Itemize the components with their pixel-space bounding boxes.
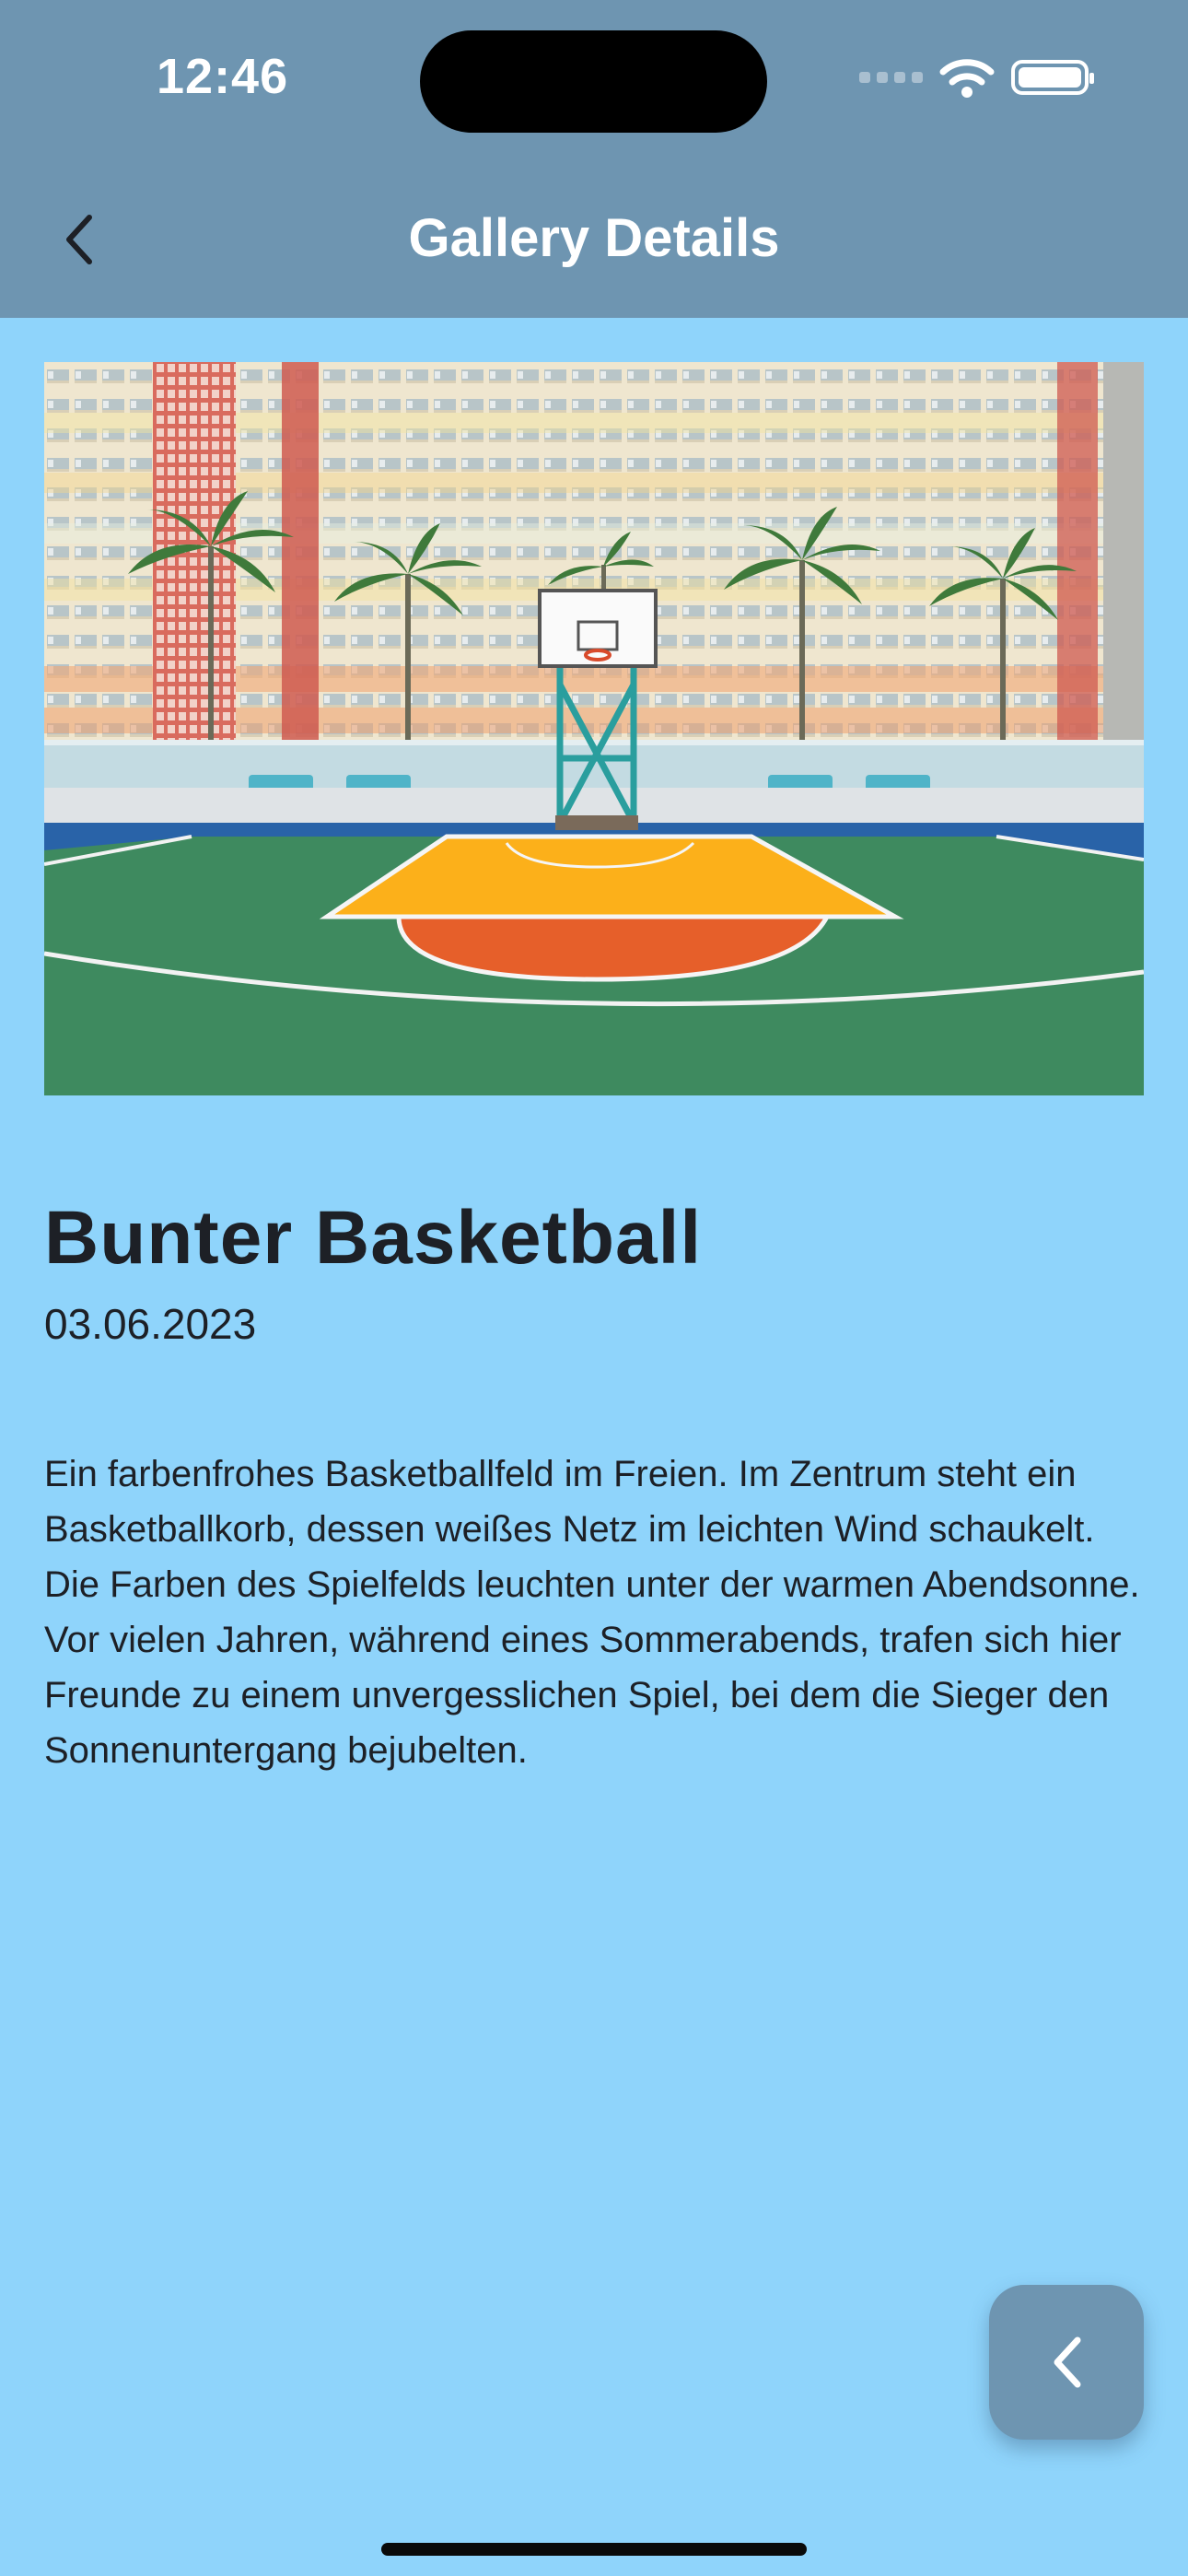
gallery-description: Ein farbenfrohes Basketballfeld im Freie… (44, 1454, 1140, 1771)
dynamic-island (420, 30, 767, 133)
wifi-icon (939, 59, 995, 98)
home-indicator[interactable] (381, 2543, 807, 2556)
status-time: 12:46 (157, 49, 289, 104)
floating-back-button[interactable] (989, 2285, 1144, 2440)
page-title: Gallery Details (408, 208, 780, 268)
battery-icon (1011, 60, 1094, 95)
chevron-left-icon (1054, 2336, 1081, 2388)
app-header: 12:46 Gallery Details (0, 0, 1188, 318)
cellular-signal-icon (859, 72, 923, 83)
gallery-title: Bunter Basketball (44, 1196, 703, 1280)
gallery-date: 03.06.2023 (44, 1300, 257, 1348)
status-icons (859, 57, 1094, 98)
gallery-image (44, 362, 1144, 1095)
